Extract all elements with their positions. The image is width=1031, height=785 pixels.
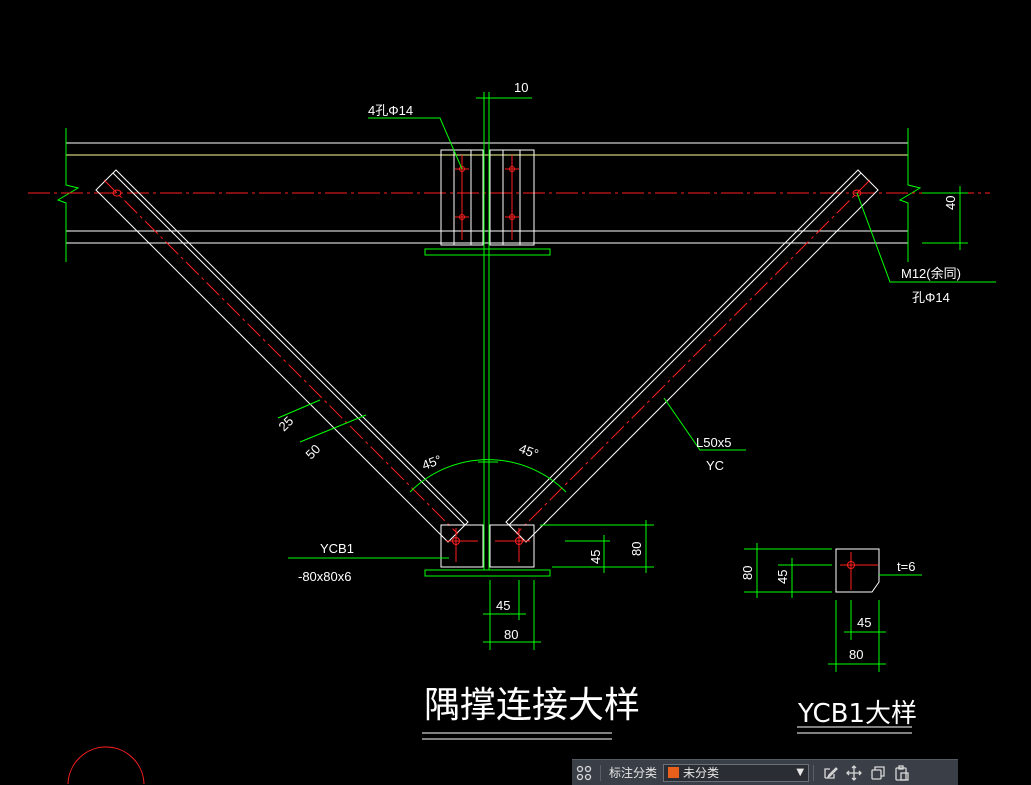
label-edge-40: 40 — [943, 196, 958, 210]
label-dim-50: 50 — [303, 441, 324, 462]
left-brace — [95, 169, 469, 543]
category-color-swatch — [668, 767, 680, 778]
label-dim-80-h: 80 — [504, 627, 518, 642]
label-plate-size: -80x80x6 — [298, 569, 351, 584]
annotation-toolbar: 标注分类 未分类 ▼ — [572, 759, 958, 785]
label-dim-80-v: 80 — [629, 542, 644, 556]
label-holes: 4孔Φ14 — [368, 103, 413, 118]
chevron-down-icon: ▼ — [796, 767, 805, 778]
grid-icon[interactable] — [572, 761, 596, 785]
label-plate-code: YCB1 — [320, 541, 354, 556]
paste-icon[interactable] — [890, 761, 914, 785]
label-angle-code: YC — [706, 458, 724, 473]
label-dim-25: 25 — [276, 413, 297, 434]
label-detail-45-h: 45 — [857, 615, 871, 630]
top-connection-plates — [424, 149, 551, 256]
category-label: 标注分类 — [609, 766, 658, 780]
ycb1-detail — [744, 543, 922, 672]
right-brace-centerline — [515, 179, 871, 535]
label-dim-45-h: 45 — [496, 598, 510, 613]
toolbar-divider — [813, 764, 815, 781]
label-bolt-hole: 孔Φ14 — [912, 290, 950, 305]
label-gap: 10 — [514, 80, 528, 95]
column-web — [476, 92, 497, 570]
label-angle-right: 45° — [517, 441, 541, 462]
category-dropdown[interactable]: 未分类 ▼ — [663, 763, 810, 782]
copy-icon[interactable] — [866, 761, 890, 785]
bottom-plates — [424, 524, 551, 577]
move-icon[interactable] — [842, 761, 866, 785]
right-brace — [505, 169, 879, 543]
label-dim-45-v: 45 — [588, 550, 603, 564]
top-bolt-holes — [455, 155, 519, 240]
category-value: 未分类 — [683, 766, 720, 780]
dimension-lines — [277, 97, 996, 650]
label-angle-section: L50x5 — [696, 435, 731, 450]
label-detail-80-h: 80 — [849, 647, 863, 662]
section-marker-circle — [67, 746, 145, 784]
edit-icon[interactable] — [818, 761, 842, 785]
title-main: 隅撑连接大样 — [424, 685, 640, 726]
title-detail: YCB1大样 — [797, 699, 917, 729]
label-bolt: M12(余同) — [901, 266, 961, 281]
label-angle-left: 45° — [420, 452, 444, 473]
label-detail-thickness: t=6 — [897, 559, 915, 574]
toolbar-divider — [600, 764, 601, 781]
cad-drawing-canvas[interactable]: 4孔Φ14 10 40 M12(余同) 孔Φ14 25 50 45° 45° L… — [0, 0, 1031, 784]
label-detail-80-v: 80 — [740, 566, 755, 580]
left-brace-centerline — [103, 179, 459, 535]
label-detail-45-v: 45 — [775, 570, 790, 584]
